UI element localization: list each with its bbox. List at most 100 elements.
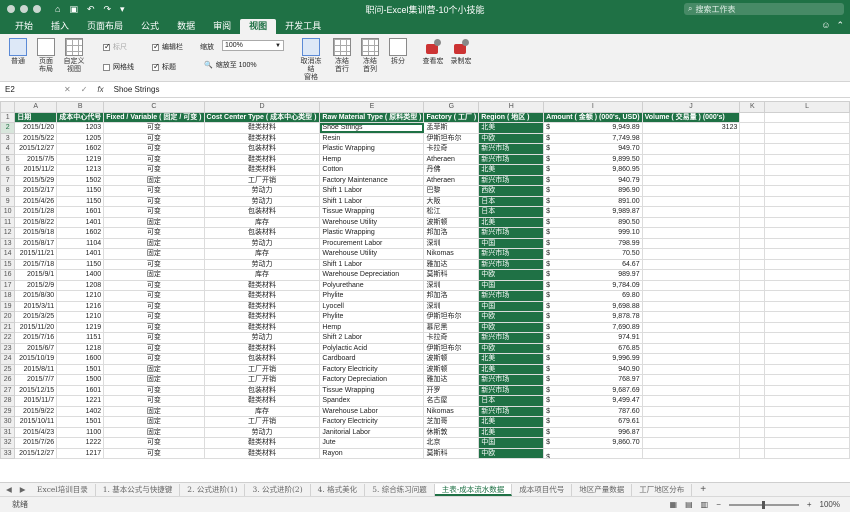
cell[interactable]: 2015/11/21	[14, 248, 58, 260]
cell[interactable]	[739, 185, 766, 197]
cell[interactable]: 鞋类材料	[203, 437, 321, 449]
cell[interactable]: 可变	[103, 164, 205, 176]
cell[interactable]	[641, 164, 741, 176]
cell[interactable]: 可变	[103, 395, 205, 407]
ribbon-tab[interactable]: 视图	[240, 19, 277, 34]
cell[interactable]: 库存	[203, 405, 321, 417]
row-header[interactable]: 5	[0, 153, 16, 165]
cell[interactable]	[641, 269, 741, 281]
ribbon-tab[interactable]: 插入	[42, 19, 78, 34]
cell[interactable]: 鞋类材料	[203, 132, 321, 144]
cell[interactable]	[641, 248, 741, 260]
cell[interactable]: Warehouse Labor	[319, 405, 425, 417]
column-header[interactable]: D	[203, 101, 321, 113]
cell[interactable]: 新兴市场	[478, 290, 545, 302]
sheet-tab[interactable]: 2. 公式进阶(1)	[180, 483, 246, 496]
column-header[interactable]: J	[641, 101, 741, 113]
amount-cell[interactable]: $940.90	[543, 363, 643, 375]
cell[interactable]: 北美	[478, 353, 545, 365]
cell[interactable]: 新兴市场	[478, 153, 545, 165]
ribbon-tab[interactable]: 开始	[6, 19, 42, 34]
row-header[interactable]: 6	[0, 164, 16, 176]
amount-cell[interactable]: $9,784.09	[543, 279, 643, 291]
cell[interactable]: 2015/10/19	[14, 353, 58, 365]
cell[interactable]: 新兴市场	[478, 405, 545, 417]
cell[interactable]: Resin	[319, 132, 425, 144]
cell[interactable]: 莫斯科	[423, 269, 480, 281]
close-window-button[interactable]	[7, 5, 15, 13]
cell[interactable]	[739, 122, 766, 134]
cell[interactable]: 卡拉奇	[423, 332, 480, 344]
cell[interactable]: Procurement Labor	[319, 237, 425, 249]
row-header[interactable]: 32	[0, 437, 16, 449]
sheet-tab[interactable]: 成本项目代号	[512, 483, 573, 496]
cell[interactable]: 北美	[478, 216, 545, 228]
cell[interactable]: 鞋类材料	[203, 447, 321, 459]
cell[interactable]	[641, 311, 741, 323]
normal-view-button[interactable]: 普通	[5, 38, 31, 66]
cell[interactable]	[764, 132, 850, 144]
sheet-table[interactable]: ABCDEGHIJKL 1 日期 成本中心代号 Fixed / Variable ( …	[0, 101, 850, 459]
row-header[interactable]: 14	[0, 248, 16, 260]
cell[interactable]: 1501	[56, 416, 105, 428]
cell[interactable]: 巴黎	[423, 185, 480, 197]
cell[interactable]	[641, 185, 741, 197]
sheet-tab[interactable]: 工厂地区分布	[632, 483, 693, 496]
column-header[interactable]: C	[103, 101, 205, 113]
cell[interactable]: 2015/8/30	[14, 290, 58, 302]
cell[interactable]	[764, 258, 850, 270]
cell[interactable]: 1208	[56, 279, 105, 291]
cell[interactable]	[739, 227, 766, 239]
redo-icon[interactable]: ↷	[104, 4, 112, 15]
cell[interactable]: Spandex	[319, 395, 425, 407]
header-cell[interactable]: Cost Center Type ( 成本中心类型 )	[203, 111, 321, 123]
cell[interactable]: 休斯敦	[423, 426, 480, 438]
cell[interactable]: Phylite	[319, 290, 425, 302]
cell[interactable]: 2015/12/27	[14, 143, 58, 155]
cell[interactable]	[764, 353, 850, 365]
amount-cell[interactable]: $9,899.50	[543, 153, 643, 165]
cell[interactable]: Polyurethane	[319, 279, 425, 291]
cell[interactable]: Cardboard	[319, 353, 425, 365]
row-header[interactable]: 33	[0, 447, 16, 459]
cell[interactable]: 新兴市场	[478, 384, 545, 396]
row-header[interactable]: 28	[0, 395, 16, 407]
cell[interactable]: 2015/11/7	[14, 395, 58, 407]
sheet-tab[interactable]: 4. 格式美化	[311, 483, 366, 496]
row-header[interactable]: 27	[0, 384, 16, 396]
cell[interactable]: 鞋类材料	[203, 153, 321, 165]
cell[interactable]: 固定	[103, 248, 205, 260]
cell[interactable]	[764, 227, 850, 239]
cell[interactable]: 新兴市场	[478, 248, 545, 260]
cell[interactable]: 1100	[56, 426, 105, 438]
cell[interactable]: 可变	[103, 279, 205, 291]
cell[interactable]: Warehouse Utility	[319, 248, 425, 260]
amount-cell[interactable]: $9,698.88	[543, 300, 643, 312]
column-header[interactable]: G	[423, 101, 480, 113]
sheet-tab[interactable]: 主表-成本流水数据	[434, 483, 513, 496]
cell[interactable]: 中国	[478, 300, 545, 312]
cell[interactable]	[641, 353, 741, 365]
cell[interactable]: Factory Depreciation	[319, 374, 425, 386]
cell[interactable]	[641, 195, 741, 207]
cell[interactable]: 可变	[103, 122, 205, 134]
cell[interactable]: 可变	[103, 311, 205, 323]
row-header[interactable]: 30	[0, 416, 16, 428]
search-sheet-input[interactable]: ⌕ 搜索工作表	[684, 3, 844, 15]
cell[interactable]: 鞋类材料	[203, 395, 321, 407]
cell[interactable]: 可变	[103, 227, 205, 239]
cell[interactable]: 北美	[478, 122, 545, 134]
cell[interactable]: Plastic Wrapping	[319, 227, 425, 239]
cell[interactable]	[739, 405, 766, 417]
custom-view-button[interactable]: 自定义 视图	[61, 38, 87, 74]
cell[interactable]: 库存	[203, 248, 321, 260]
row-header[interactable]: 18	[0, 290, 16, 302]
cell[interactable]: 2015/9/22	[14, 405, 58, 417]
cell[interactable]: 1402	[56, 405, 105, 417]
cell[interactable]	[641, 206, 741, 218]
cell[interactable]	[739, 342, 766, 354]
cell[interactable]: 鞋类材料	[203, 342, 321, 354]
cell[interactable]: 新兴市场	[478, 332, 545, 344]
row-header[interactable]: 21	[0, 321, 16, 333]
cell[interactable]: 工厂开销	[203, 174, 321, 186]
